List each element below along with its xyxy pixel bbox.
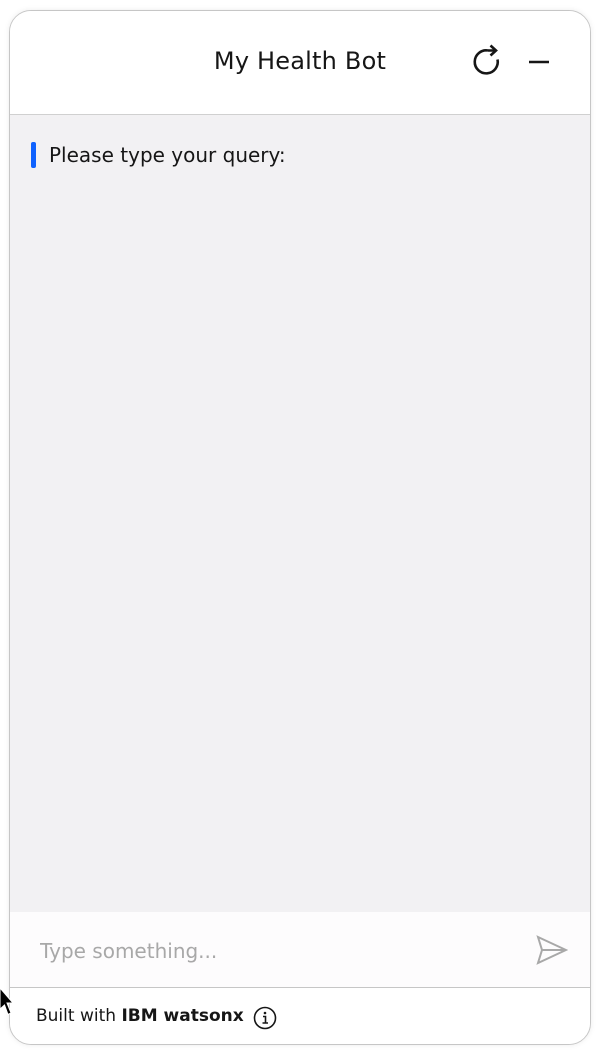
restart-icon: [473, 44, 500, 75]
minimize-icon: [529, 60, 549, 64]
footer-brand: IBM watsonx: [121, 1006, 244, 1026]
info-icon: [253, 1006, 277, 1030]
chat-widget: My Health Bot Please type your query: Ty…: [9, 10, 591, 1045]
minimize-button[interactable]: [519, 42, 559, 82]
chat-header: My Health Bot: [10, 11, 590, 115]
footer-text: Built with IBM watsonx: [36, 1006, 244, 1026]
info-button[interactable]: [252, 1005, 278, 1031]
mouse-cursor-icon: [0, 987, 15, 1016]
message-list: Please type your query:: [10, 115, 590, 912]
input-area: [10, 912, 590, 988]
send-icon: [536, 935, 568, 965]
footer-prefix: Built with: [36, 1006, 117, 1026]
bot-message-text: Please type your query:: [49, 143, 286, 167]
message-input[interactable]: [38, 930, 512, 972]
footer: Built with IBM watsonx: [10, 988, 590, 1044]
bot-message: Please type your query:: [31, 142, 286, 168]
send-button[interactable]: [532, 930, 572, 970]
bot-message-accent-bar: [31, 142, 36, 168]
restart-button[interactable]: [468, 42, 508, 82]
